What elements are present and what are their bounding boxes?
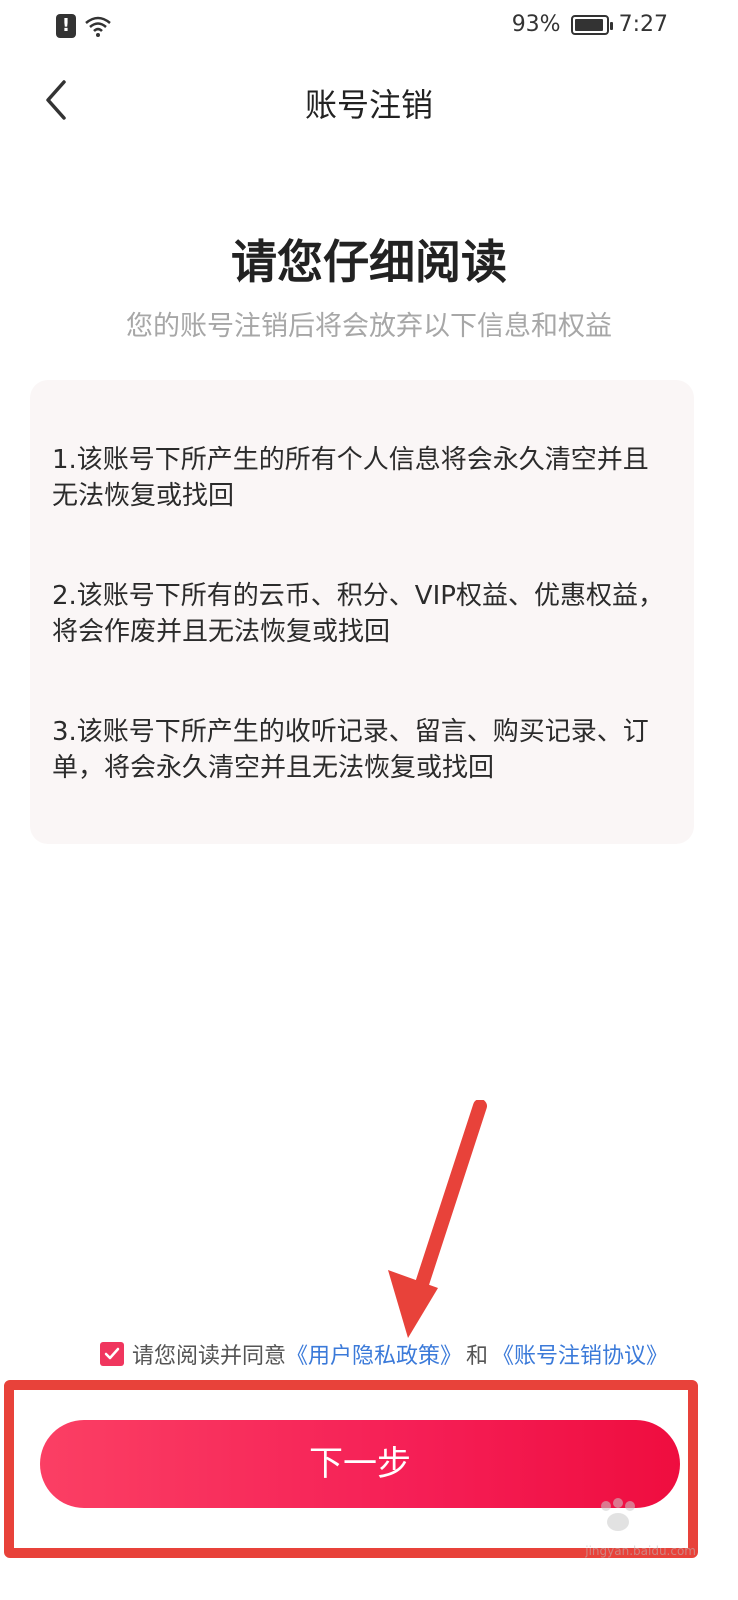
agreement-prefix: 请您阅读并同意 <box>132 1344 287 1369</box>
annotation-arrow-icon <box>388 1100 487 1338</box>
notice-card: 1.该账号下所产生的所有个人信息将会永久清空并且无法恢复或找回 2.该账号下所有… <box>30 380 694 844</box>
agreement-row: 请您阅读并同意 《用户隐私政策》 和 《账号注销协议》 <box>100 1338 668 1370</box>
privacy-policy-link[interactable]: 《用户隐私政策》 <box>286 1338 462 1370</box>
notice-item-1: 1.该账号下所产生的所有个人信息将会永久清空并且无法恢复或找回 <box>52 445 649 511</box>
page-title: 账号注销 <box>304 86 433 124</box>
next-step-button[interactable]: 下一步 <box>40 1420 680 1508</box>
notice-item-2: 2.该账号下所有的云币、积分、VIP权益、优惠权益，将会作废并且无法恢复或找回 <box>52 581 664 647</box>
status-left: ! <box>56 14 112 38</box>
section-heading: 请您仔细阅读 <box>231 235 507 289</box>
status-bar: ! 93% 7:27 <box>0 0 738 60</box>
wifi-icon <box>85 16 111 37</box>
agreement-and: 和 <box>466 1344 489 1369</box>
battery-icon <box>570 14 613 35</box>
agreement-checkbox[interactable] <box>100 1342 124 1366</box>
check-icon <box>104 1347 120 1360</box>
battery-percent: 93% <box>511 12 561 37</box>
nav-bar: 账号注销 <box>0 60 738 150</box>
notice-item-3: 3.该账号下所产生的收听记录、留言、购买记录、订单，将会永久清空并且无法恢复或找… <box>52 717 649 783</box>
alert-icon: ! <box>56 14 76 38</box>
paw-logo-icon <box>601 1498 635 1531</box>
watermark-text: jingyan.baidu.com <box>585 1544 696 1558</box>
section-subheading: 您的账号注销后将会放弃以下信息和权益 <box>126 311 612 342</box>
status-right: 93% 7:27 <box>512 12 668 37</box>
clock: 7:27 <box>618 12 668 37</box>
cancellation-agreement-link[interactable]: 《账号注销协议》 <box>492 1338 668 1370</box>
watermark: jingyan.baidu.com <box>556 1496 696 1560</box>
